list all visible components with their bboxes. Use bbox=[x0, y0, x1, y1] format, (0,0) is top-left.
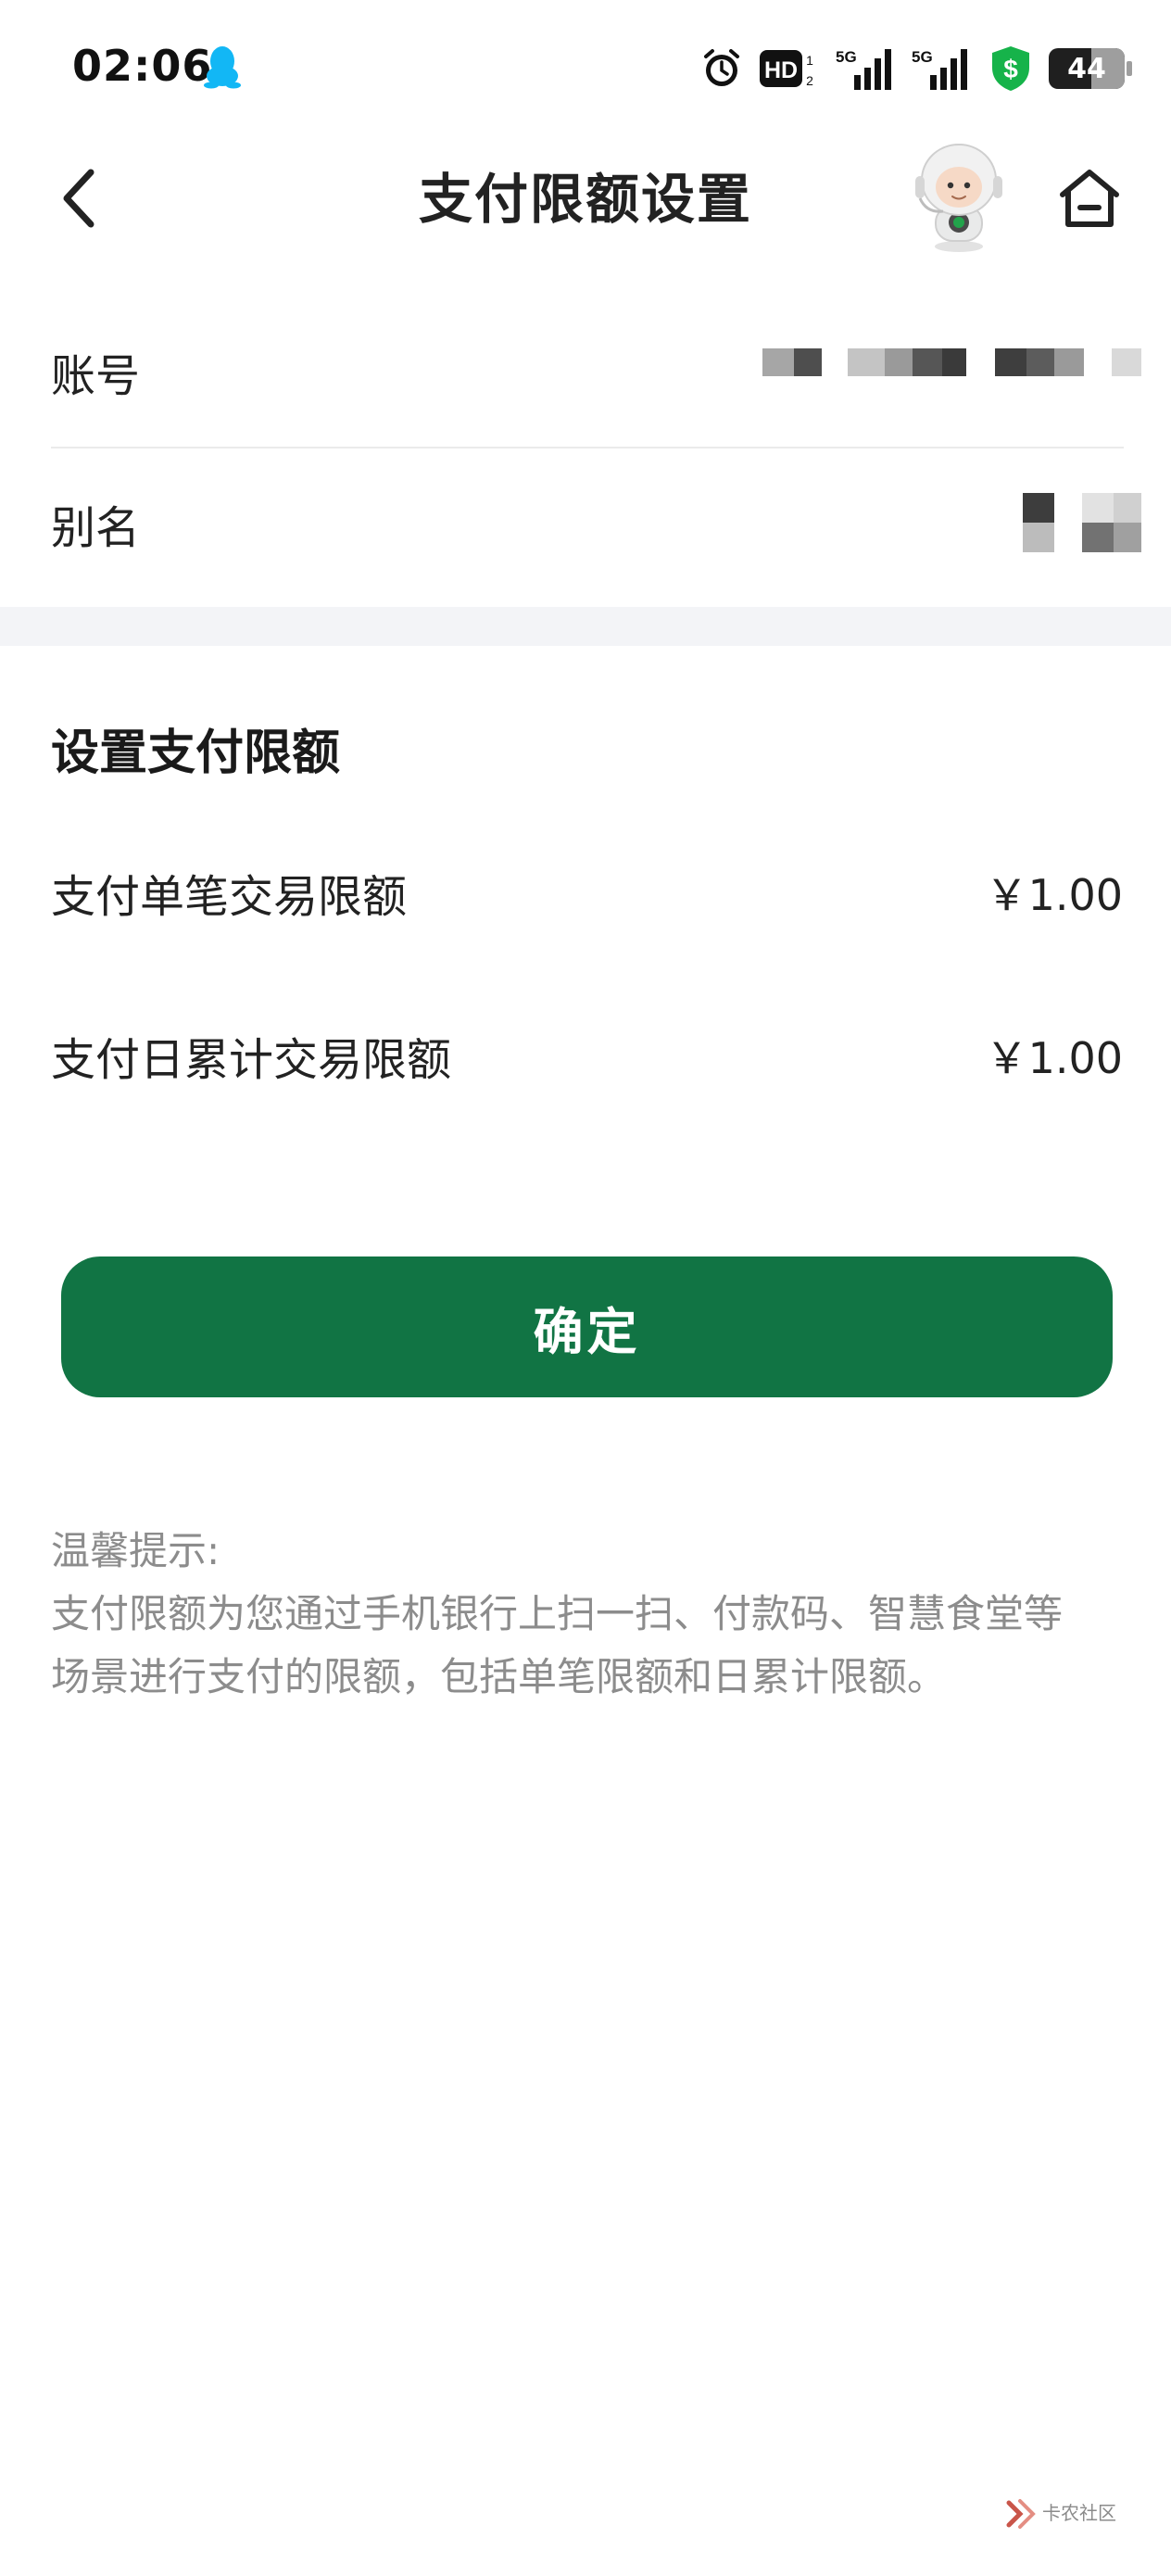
alias-label: 别名 bbox=[51, 502, 141, 554]
alias-row: 别名 bbox=[0, 445, 1171, 600]
account-label: 账号 bbox=[51, 350, 141, 402]
tips-heading: 温馨提示: bbox=[51, 1528, 220, 1573]
svg-text:1: 1 bbox=[806, 53, 813, 68]
battery-icon: 44 bbox=[1049, 48, 1132, 89]
alarm-icon bbox=[704, 49, 739, 86]
watermark-logo-icon bbox=[1006, 2499, 1036, 2529]
daily-limit-row[interactable]: 支付日累计交易限额 ￥1.00 bbox=[0, 1023, 1171, 1116]
account-row: 账号 bbox=[0, 287, 1171, 443]
single-limit-value[interactable]: ￥1.00 bbox=[986, 862, 1123, 923]
svg-text:5G: 5G bbox=[836, 48, 857, 66]
status-icons: HD 1 2 5G 5G $ 44 bbox=[700, 41, 1132, 96]
tips-line-1: 支付限额为您通过手机银行上扫一扫、付款码、智慧食堂等 bbox=[51, 1591, 1064, 1636]
svg-text:$: $ bbox=[1003, 55, 1018, 83]
svg-text:5G: 5G bbox=[912, 48, 933, 66]
battery-level: 44 bbox=[1067, 52, 1106, 85]
home-button[interactable] bbox=[1052, 161, 1127, 235]
watermark-text: 卡农社区 bbox=[1042, 2502, 1116, 2524]
status-bar: 02:06 HD 1 2 5G 5G $ 44 bbox=[0, 0, 1171, 139]
svg-text:2: 2 bbox=[806, 73, 813, 88]
status-time: 02:06 bbox=[72, 41, 213, 91]
single-limit-row[interactable]: 支付单笔交易限额 ￥1.00 bbox=[0, 860, 1171, 953]
section-separator bbox=[0, 607, 1171, 646]
confirm-button[interactable]: 确定 bbox=[61, 1256, 1113, 1397]
daily-limit-value[interactable]: ￥1.00 bbox=[986, 1025, 1123, 1086]
qq-icon bbox=[204, 46, 241, 89]
tips-line-2: 场景进行支付的限额，包括单笔限额和日累计限额。 bbox=[51, 1654, 947, 1699]
single-limit-label: 支付单笔交易限额 bbox=[51, 871, 408, 923]
svg-text:HD: HD bbox=[764, 57, 798, 83]
home-icon bbox=[1060, 170, 1119, 227]
tips-block: 温馨提示: 支付限额为您通过手机银行上扫一扫、付款码、智慧食堂等 场景进行支付的… bbox=[51, 1520, 1126, 1709]
watermark: 卡农社区 bbox=[1005, 2493, 1130, 2533]
signal-sim1-icon: 5G bbox=[836, 48, 891, 90]
nav-bar: 支付限额设置 bbox=[0, 139, 1171, 259]
security-shield-icon: $ bbox=[992, 46, 1029, 91]
page: 02:06 HD 1 2 5G 5G $ 44 支付限额设置 账号 别名 设置支… bbox=[0, 0, 1171, 2576]
signal-sim2-icon: 5G bbox=[912, 48, 967, 90]
robot-assistant-icon[interactable] bbox=[908, 139, 1010, 254]
section-title: 设置支付限额 bbox=[51, 726, 341, 781]
hd-voice-icon: HD 1 2 bbox=[760, 50, 813, 88]
daily-limit-label: 支付日累计交易限额 bbox=[51, 1034, 452, 1086]
